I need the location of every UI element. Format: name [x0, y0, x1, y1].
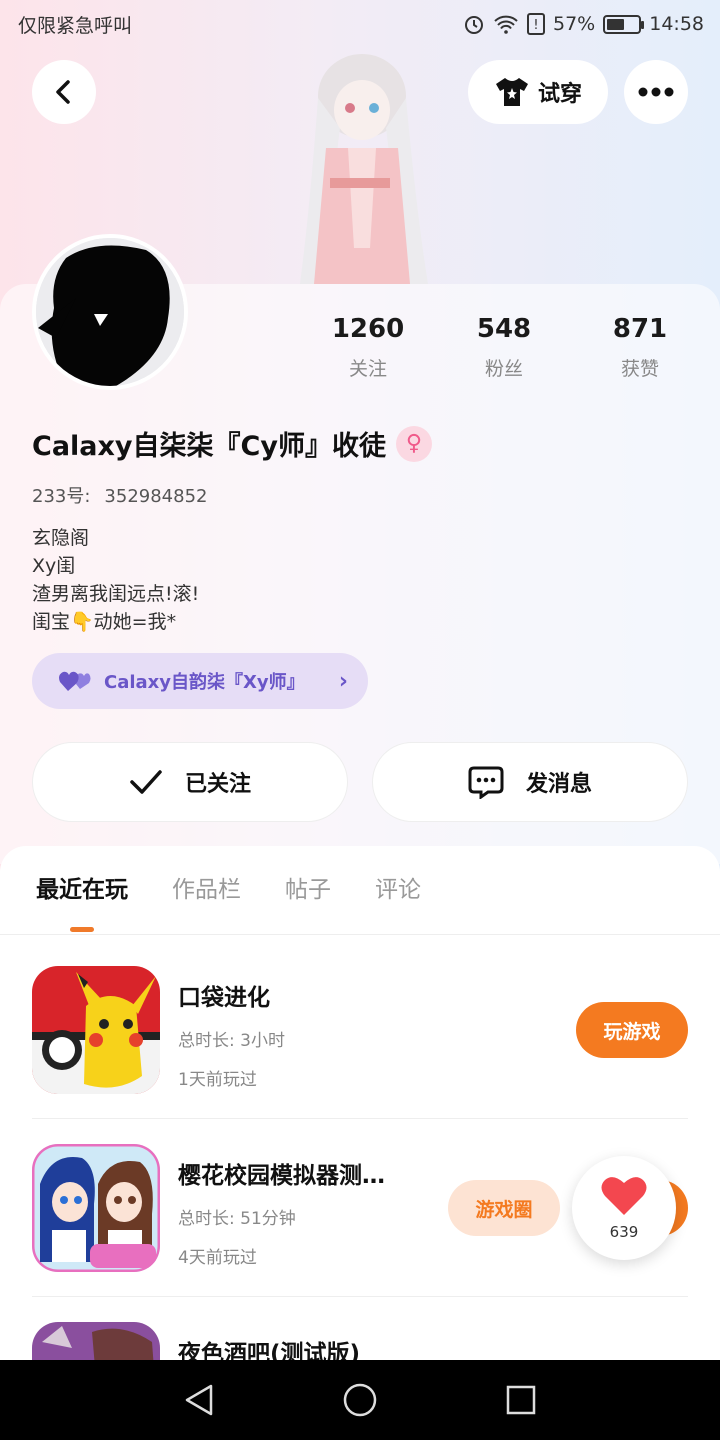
game-title: 口袋进化	[178, 985, 270, 1011]
profile-stats: 1260 关注 548 粉丝 871 获赞	[300, 314, 720, 381]
status-bar: 仅限紧急呼叫 ! 57% 14:58	[0, 0, 720, 48]
recents-square-icon[interactable]	[505, 1384, 537, 1416]
sakura-school-game-icon	[32, 1144, 160, 1272]
tab-comments[interactable]: 评论	[375, 870, 421, 920]
chevron-right-icon: ›	[338, 668, 348, 694]
battery-percent: 57%	[553, 13, 596, 35]
nickname: Calaxy自柒柒『Cy师』收徒	[32, 431, 386, 462]
bio-line: Xy闺	[32, 555, 76, 577]
game-item[interactable]: 口袋进化 总时长: 3小时 1天前玩过 玩游戏	[32, 966, 688, 1096]
clock: 14:58	[649, 13, 704, 35]
stat-value: 548	[476, 314, 532, 344]
chevron-left-icon	[56, 80, 70, 104]
stat-likes[interactable]: 871 获赞	[572, 314, 708, 381]
play-duration: 总时长: 3小时	[178, 1031, 285, 1051]
carrier-text: 仅限紧急呼叫	[18, 14, 133, 37]
character-avatar-image	[300, 54, 428, 284]
wifi-icon	[494, 15, 518, 34]
user-id-label: 233号:	[32, 486, 91, 507]
more-dots-icon	[638, 87, 674, 97]
pokemon-game-icon	[32, 966, 160, 1094]
svg-text:!: !	[533, 18, 538, 33]
send-message-button[interactable]: 发消息	[372, 742, 688, 822]
play-game-button[interactable]: 玩游戏	[576, 1002, 688, 1058]
stat-followers[interactable]: 548 粉丝	[436, 314, 572, 381]
message-bubble-icon	[468, 766, 504, 799]
divider	[0, 934, 720, 935]
divider	[32, 1296, 688, 1297]
sim-alert-icon: !	[527, 13, 545, 35]
avatar[interactable]	[32, 234, 188, 390]
like-count: 639	[609, 1223, 639, 1241]
try-on-label: 试穿	[537, 82, 582, 107]
game-info: 口袋进化 总时长: 3小时 1天前玩过	[178, 978, 438, 1090]
heart-icon	[601, 1177, 647, 1215]
followed-button[interactable]: 已关注	[32, 742, 348, 822]
like-button[interactable]: 639	[572, 1156, 676, 1260]
followed-label: 已关注	[184, 772, 251, 797]
game-icon	[32, 1144, 160, 1272]
home-circle-icon[interactable]	[342, 1382, 378, 1418]
play-duration: 总时长: 51分钟	[178, 1209, 296, 1229]
profile-tabs: 最近在玩 作品栏 帖子 评论	[0, 870, 720, 934]
checkmark-icon	[130, 770, 162, 794]
back-triangle-icon[interactable]	[183, 1383, 215, 1417]
tab-posts[interactable]: 帖子	[285, 870, 331, 920]
stat-label: 获赞	[620, 358, 659, 380]
stat-label: 粉丝	[484, 358, 523, 380]
bio-line: 渣男离我闺远点!滚!	[32, 583, 200, 605]
back-button[interactable]	[32, 60, 96, 124]
last-played: 1天前玩过	[178, 1070, 257, 1090]
female-icon: ♀	[395, 425, 432, 462]
tshirt-icon	[495, 78, 528, 106]
system-nav-bar	[0, 1360, 720, 1440]
bio-line: 闺宝👇动她=我*	[32, 611, 177, 633]
user-id-value[interactable]: 352984852	[104, 486, 207, 507]
tab-recently-played[interactable]: 最近在玩	[36, 870, 128, 920]
user-id-row: 233号: 352984852	[32, 482, 208, 508]
game-icon	[32, 966, 160, 1094]
stat-value: 1260	[331, 314, 405, 344]
bio-line: 玄隐阁	[32, 527, 90, 549]
stat-following[interactable]: 1260 关注	[300, 314, 436, 381]
stat-label: 关注	[348, 358, 387, 380]
alarm-icon	[465, 16, 483, 34]
send-message-label: 发消息	[525, 772, 592, 797]
game-title: 樱花校园模拟器测…	[178, 1163, 385, 1189]
avatar-image	[36, 238, 184, 386]
more-options-button[interactable]	[624, 60, 688, 124]
guild-badge[interactable]: Calaxy自韵柒『Xy师』 ›	[32, 653, 368, 709]
stat-value: 871	[612, 314, 668, 344]
game-info: 樱花校园模拟器测… 总时长: 51分钟 4天前玩过	[178, 1156, 438, 1268]
tab-works[interactable]: 作品栏	[172, 870, 241, 920]
double-heart-icon	[59, 671, 91, 691]
divider	[32, 1118, 688, 1119]
battery-icon	[603, 14, 645, 34]
last-played: 4天前玩过	[178, 1248, 257, 1268]
try-on-button[interactable]: 试穿	[468, 60, 608, 124]
bio: 玄隐阁 Xy闺 渣男离我闺远点!滚! 闺宝👇动她=我*	[32, 524, 199, 636]
guild-label: Calaxy自韵柒『Xy师』	[104, 672, 305, 693]
game-circle-button[interactable]: 游戏圈	[448, 1180, 560, 1236]
nickname-row: Calaxy自柒柒『Cy师』收徒 ♀	[32, 424, 432, 463]
